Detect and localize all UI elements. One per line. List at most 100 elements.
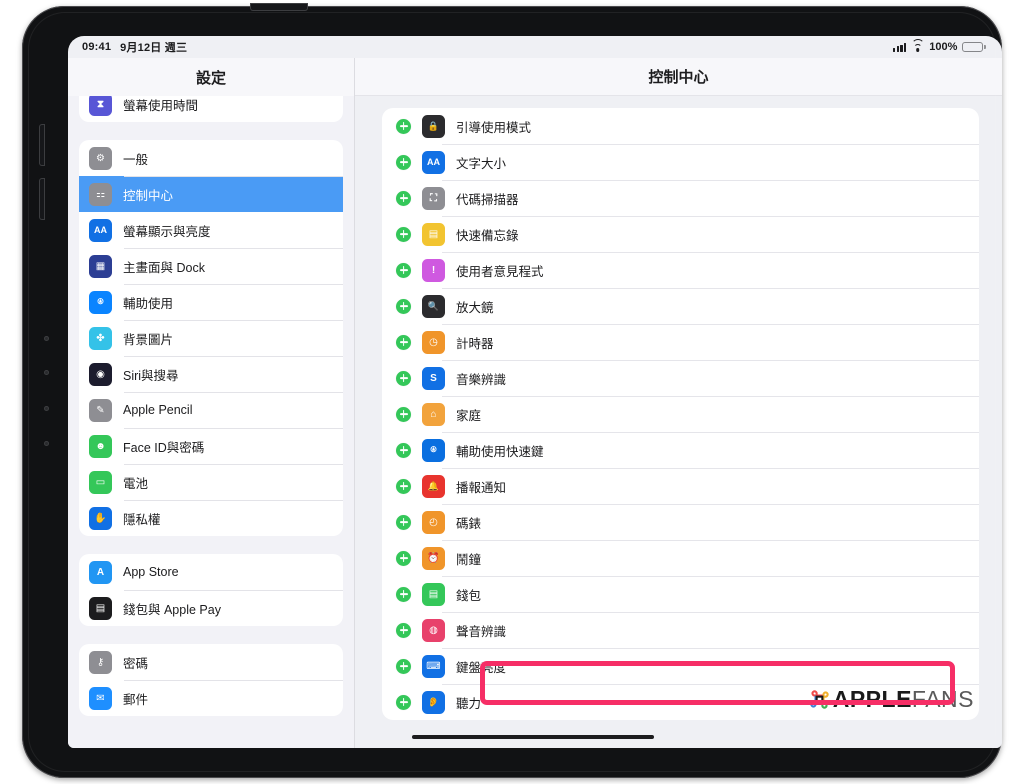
app-store-icon: A: [89, 560, 112, 584]
control-row-label: 計時器: [456, 336, 494, 351]
control-row-label: 快速備忘錄: [456, 228, 519, 243]
power-button[interactable]: [250, 3, 308, 11]
control-row[interactable]: ◷ 計時器: [382, 324, 979, 360]
sidebar-item-siri[interactable]: ◉ Siri與搜尋: [79, 356, 343, 392]
status-bar-right: 100%: [892, 39, 986, 53]
plus-circle-icon[interactable]: [396, 406, 411, 422]
sidebar-item-text-size[interactable]: AA 螢幕顯示與亮度: [79, 212, 343, 248]
sidebar-item-key[interactable]: ⚷ 密碼: [79, 644, 343, 680]
control-row[interactable]: ⌂ 家庭: [382, 396, 979, 432]
plus-circle-icon[interactable]: [396, 118, 411, 134]
wallpaper-icon: ✤: [89, 326, 112, 350]
sidebar-group: ⚙ 一般 ⚏ 控制中心 AA 螢幕顯示與亮度 ▦ 主畫面與 Dock ⍟ 輔助使用 ✤ 背景圖片 ◉ Si…: [79, 140, 343, 536]
plus-circle-icon[interactable]: [396, 694, 411, 710]
sidebar-item-wallpaper[interactable]: ✤ 背景圖片: [79, 320, 343, 356]
sidebar-scroll-area[interactable]: ⧗ 螢幕使用時間 ⚙ 一般 ⚏ 控制中心 AA 螢幕顯示與亮度 ▦ 主畫面與 Dock ⍟ 輔助使用 ✤…: [68, 96, 354, 748]
control-row[interactable]: ◴ 碼錶: [382, 504, 979, 540]
control-row[interactable]: 🔒 引導使用模式: [382, 108, 979, 144]
plus-circle-icon[interactable]: [396, 370, 411, 386]
control-row[interactable]: ⍟ 輔助使用快速鍵: [382, 432, 979, 468]
sidebar-item-gear[interactable]: ⚙ 一般: [79, 140, 343, 176]
sidebar-item-label: 背景圖片: [123, 332, 174, 347]
hourglass-icon: ⧗: [89, 96, 112, 116]
sidebar-item-wallet[interactable]: ▤ 錢包與 Apple Pay: [79, 590, 343, 626]
plus-circle-icon[interactable]: [396, 298, 411, 314]
guided-access-icon: 🔒: [422, 114, 445, 138]
battery-full-icon: [962, 41, 986, 53]
plus-circle-icon[interactable]: [396, 262, 411, 278]
gear-icon: ⚙: [89, 146, 112, 170]
control-row-label: 播報通知: [456, 480, 507, 495]
control-row-label: 引導使用模式: [456, 120, 532, 135]
mail-icon: ✉: [89, 686, 112, 710]
home-indicator[interactable]: [412, 735, 654, 739]
sidebar-item-hourglass[interactable]: ⧗ 螢幕使用時間: [79, 96, 343, 122]
control-row-label: 使用者意見程式: [456, 264, 544, 279]
plus-circle-icon[interactable]: [396, 658, 411, 674]
plus-circle-icon[interactable]: [396, 514, 411, 530]
volume-down-button[interactable]: [39, 178, 45, 220]
sidebar-item-label: 郵件: [123, 692, 149, 707]
plus-circle-icon[interactable]: [396, 622, 411, 638]
sidebar-item-face-id[interactable]: ☻ Face ID與密碼: [79, 428, 343, 464]
alarm-icon: ⏰: [422, 546, 445, 570]
sidebar-item-accessibility[interactable]: ⍟ 輔助使用: [79, 284, 343, 320]
sidebar-item-mail[interactable]: ✉ 郵件: [79, 680, 343, 716]
control-row-label: 聲音辨識: [456, 624, 507, 639]
sidebar-item-battery[interactable]: ▭ 電池: [79, 464, 343, 500]
microphone-dot: [44, 406, 49, 411]
sidebar-item-pencil[interactable]: ✎ Apple Pencil: [79, 392, 343, 428]
plus-circle-icon[interactable]: [396, 550, 411, 566]
sidebar-item-label: 錢包與 Apple Pay: [123, 602, 221, 617]
control-row[interactable]: S 音樂辨識: [382, 360, 979, 396]
control-row-label: 家庭: [456, 408, 482, 423]
sidebar-item-home-screen[interactable]: ▦ 主畫面與 Dock: [79, 248, 343, 284]
watermark-fans: FANS: [911, 686, 974, 712]
battery-percent-label: 100%: [929, 41, 958, 53]
plus-circle-icon[interactable]: [396, 442, 411, 458]
sidebar-item-app-store[interactable]: A App Store: [79, 554, 343, 590]
control-row[interactable]: ! 使用者意見程式: [382, 252, 979, 288]
control-row[interactable]: ⏰ 鬧鐘: [382, 540, 979, 576]
sound-recognition-icon: ◍: [422, 618, 445, 642]
accessibility-shortcut-icon: ⍟: [422, 438, 445, 462]
magnifier-icon: 🔍: [422, 294, 445, 318]
sidebar-group: ⧗ 螢幕使用時間: [79, 96, 343, 122]
sidebar-item-label: Apple Pencil: [123, 403, 193, 417]
sidebar-item-privacy-hand[interactable]: ✋ 隱私權: [79, 500, 343, 536]
settings-sidebar: 設定 ⧗ 螢幕使用時間 ⚙ 一般 ⚏ 控制中心 AA 螢幕顯示與亮度 ▦ 主畫面與 Dock ⍟ 輔助…: [68, 58, 355, 748]
plus-circle-icon[interactable]: [396, 154, 411, 170]
status-time: 09:41: [82, 41, 112, 53]
control-row-label: 鬧鐘: [456, 552, 482, 567]
announce-notifications-icon: 🔔: [422, 474, 445, 498]
control-row-label: 錢包: [456, 588, 482, 603]
control-row-label: 放大鏡: [456, 300, 494, 315]
sidebar-item-toggles[interactable]: ⚏ 控制中心: [79, 176, 343, 212]
plus-circle-icon[interactable]: [396, 190, 411, 206]
control-row[interactable]: ▤ 快速備忘錄: [382, 216, 979, 252]
plus-circle-icon[interactable]: [396, 478, 411, 494]
plus-circle-icon[interactable]: [396, 226, 411, 242]
control-row[interactable]: AA 文字大小: [382, 144, 979, 180]
control-row[interactable]: ▤ 錢包: [382, 576, 979, 612]
sidebar-group: ⚷ 密碼 ✉ 郵件: [79, 644, 343, 716]
control-row[interactable]: ◍ 聲音辨識: [382, 612, 979, 648]
plus-circle-icon[interactable]: [396, 334, 411, 350]
sidebar-item-label: Siri與搜尋: [123, 368, 179, 383]
sidebar-item-label: 螢幕使用時間: [123, 98, 199, 113]
detail-scroll-area[interactable]: 🔒 引導使用模式 AA 文字大小 ⛶ 代碼掃描器 ▤ 快速備忘錄 ! 使用者意見程式 🔍 放大鏡 ◷ 計時…: [355, 96, 1002, 748]
timer-icon: ◷: [422, 330, 445, 354]
quick-note-icon: ▤: [422, 222, 445, 246]
control-row[interactable]: ⌨ 鍵盤亮度: [382, 648, 979, 684]
control-row[interactable]: 🔔 播報通知: [382, 468, 979, 504]
control-row[interactable]: ⛶ 代碼掃描器: [382, 180, 979, 216]
control-row[interactable]: 🔍 放大鏡: [382, 288, 979, 324]
volume-up-button[interactable]: [39, 124, 45, 166]
sidebar-title: 設定: [68, 58, 354, 96]
control-center-detail: 控制中心 🔒 引導使用模式 AA 文字大小 ⛶ 代碼掃描器 ▤ 快速備忘錄! 使用者意見程式 🔍 放…: [355, 58, 1002, 748]
plus-circle-icon[interactable]: [396, 586, 411, 602]
sidebar-item-label: App Store: [123, 565, 179, 579]
control-row-label: 輔助使用快速鍵: [456, 444, 544, 459]
ipad-device-frame: 09:41 9月12日 週三 100% 設定 ⧗ 螢幕使用時間 ⚙ 一般 ⚏ 控制中心 AA…: [22, 3, 1002, 778]
applefans-watermark: APPLEFANS: [810, 686, 974, 713]
